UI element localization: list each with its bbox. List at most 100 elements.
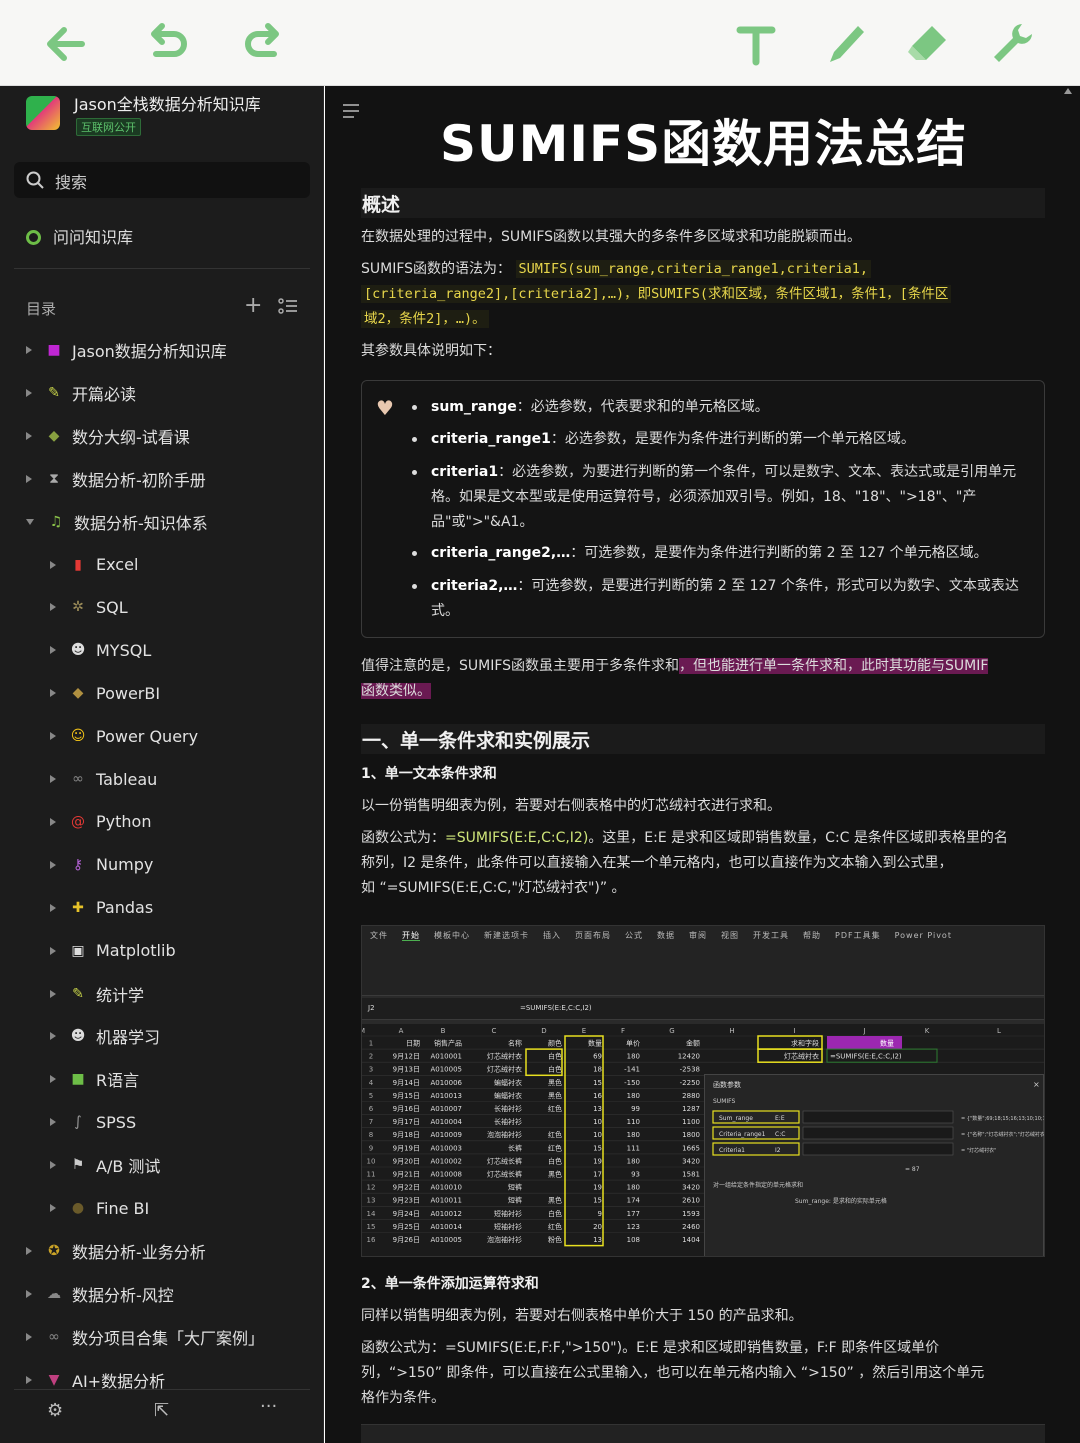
row-number: 1 <box>369 1040 373 1048</box>
chevron-right-icon[interactable] <box>50 860 56 869</box>
ribbon-tab[interactable]: 模板中心 <box>434 931 470 940</box>
chevron-right-icon[interactable] <box>50 817 56 826</box>
ribbon-tab[interactable]: 插入 <box>543 931 561 940</box>
gear-icon[interactable]: ⚙ <box>47 1400 63 1421</box>
ribbon-tab[interactable]: Power Pivot <box>895 931 952 940</box>
toc-item[interactable]: ■ R语言 <box>0 1064 139 1094</box>
toc-item[interactable]: ⚷ Numpy <box>0 850 153 880</box>
chevron-right-icon[interactable] <box>26 346 32 354</box>
toc-item[interactable]: ▼ AI+数据分析 <box>0 1365 165 1395</box>
chevron-right-icon[interactable] <box>26 1246 32 1255</box>
syntax-code: 域2，条件2]，…)。 <box>361 310 489 328</box>
share-icon[interactable]: ⇱ <box>154 1400 169 1421</box>
chevron-right-icon[interactable] <box>50 1204 56 1212</box>
chevron-right-icon[interactable] <box>50 1118 56 1127</box>
chevron-right-icon[interactable] <box>26 1289 32 1298</box>
chevron-right-icon[interactable] <box>50 732 56 741</box>
toc-item[interactable]: ∫ SPSS <box>0 1107 136 1137</box>
toc-item[interactable]: ✎ 统计学 <box>0 979 144 1009</box>
settings-tool-button[interactable] <box>984 16 1040 72</box>
function-args-dialog: 函数参数 × SUMIFS Sum_range E:E = {"数量";69;18;15;… <box>704 1074 1044 1256</box>
cell-value: 177 <box>627 1210 640 1218</box>
chevron-right-icon[interactable] <box>26 388 32 397</box>
ribbon-tab[interactable]: PDF工具集 <box>835 931 881 940</box>
ask-label: 问问知识库 <box>53 228 134 247</box>
column-header: G <box>669 1027 674 1035</box>
toc-item[interactable]: ✚ Pandas <box>0 893 153 923</box>
cell-value: -150 <box>624 1079 640 1087</box>
ribbon-tab[interactable]: 页面布局 <box>575 931 611 940</box>
chevron-right-icon[interactable] <box>50 946 56 955</box>
chevron-right-icon[interactable] <box>50 903 56 912</box>
cell-value: A010009 <box>430 1131 462 1139</box>
cell-value: 15 <box>593 1197 602 1205</box>
param-text: criteria_range1：必选参数，是要作为条件进行判断的第一个单元格区域… <box>431 427 1031 452</box>
toc-item[interactable]: @ Python <box>0 807 151 837</box>
sub2-paragraph-4: 格作为条件。 <box>361 1390 445 1406</box>
toc-item[interactable]: ☻ MYSQL <box>0 635 151 665</box>
ribbon-tab[interactable]: 文件 <box>370 931 388 940</box>
ribbon-tab[interactable]: 视图 <box>721 931 739 940</box>
text-tool-button[interactable] <box>728 16 784 72</box>
menu-icon[interactable] <box>342 103 360 119</box>
redo-button[interactable] <box>236 16 292 72</box>
cell-value: 2880 <box>682 1092 700 1100</box>
chevron-right-icon[interactable] <box>50 989 56 998</box>
ask-knowledge-base-button[interactable]: 问问知识库 <box>26 224 133 248</box>
chevron-right-icon[interactable] <box>50 775 56 783</box>
chevron-right-icon[interactable] <box>50 1032 56 1041</box>
note-paragraph: 值得注意的是，SUMIFS函数虽主要用于多条件求和，但也能进行单一条件求和，此时… <box>361 654 989 679</box>
toc-item[interactable]: ⚑ A/B 测试 <box>0 1150 160 1180</box>
chevron-right-icon[interactable] <box>50 1161 56 1170</box>
ribbon-tab[interactable]: 审阅 <box>689 931 707 940</box>
cell-value: 19 <box>593 1184 602 1192</box>
ribbon-tab[interactable]: 开始 <box>402 931 420 941</box>
ribbon-tab[interactable]: 开发工具 <box>753 931 789 940</box>
toc-item[interactable]: ✎ 开篇必读 <box>0 378 136 408</box>
eraser-tool-button[interactable] <box>900 16 956 72</box>
ribbon-tab[interactable]: 公式 <box>625 931 643 940</box>
toc-item[interactable]: ☺ Power Query <box>0 721 198 751</box>
toc-item[interactable]: ∞ 数分项目合集「大厂案例」 <box>0 1322 264 1352</box>
back-button[interactable] <box>38 16 94 72</box>
toc-item-label: Python <box>96 812 152 832</box>
chevron-right-icon[interactable] <box>26 474 32 483</box>
ribbon-tab[interactable]: 数据 <box>657 931 675 940</box>
list-icon[interactable] <box>278 298 298 316</box>
gears-icon: ✲ <box>72 599 84 616</box>
toc-item[interactable]: ● Fine BI <box>0 1193 149 1223</box>
chevron-right-icon[interactable] <box>26 431 32 440</box>
add-icon[interactable]: + <box>244 293 262 318</box>
toc-item[interactable]: ⧗ 数据分析-初阶手册 <box>0 464 206 494</box>
toc-item[interactable]: ◆ 数分大纲-试看课 <box>0 421 190 451</box>
ribbon-tab[interactable]: 帮助 <box>803 931 821 940</box>
chevron-right-icon[interactable] <box>26 1375 32 1384</box>
ribbon-tab[interactable]: 新建选项卡 <box>484 931 529 940</box>
knowledge-base-title[interactable]: Jason全栈数据分析知识库 <box>74 91 261 115</box>
toc-item[interactable]: ▣ Matplotlib <box>0 936 176 966</box>
undo-button[interactable] <box>138 16 194 72</box>
chevron-right-icon[interactable] <box>50 560 56 569</box>
ribbon-tabs: 文件 开始 模板中心 新建选项卡 插入 页面布局 公式 数据 审阅 视图 开发工具 帮助 PDF工具集 P… <box>370 930 966 941</box>
chevron-right-icon[interactable] <box>50 1075 56 1084</box>
toc-item[interactable]: ♫ 数据分析-知识体系 <box>0 507 208 537</box>
toc-item[interactable]: ◆ PowerBI <box>0 678 160 708</box>
search-label[interactable]: 搜索 <box>55 169 87 193</box>
toc-item[interactable]: ✲ SQL <box>0 592 128 622</box>
chevron-down-icon[interactable] <box>26 518 34 525</box>
toc-item[interactable]: ∞ Tableau <box>0 764 157 794</box>
scroll-up-arrow[interactable] <box>1064 88 1072 94</box>
toc-item[interactable]: ☁ 数据分析-风控 <box>0 1279 174 1309</box>
chevron-right-icon[interactable] <box>50 603 56 612</box>
toc-item[interactable]: ☻ 机器学习 <box>0 1021 160 1051</box>
chevron-right-icon[interactable] <box>50 689 56 698</box>
toc-item[interactable]: ■ Jason数据分析知识库 <box>0 335 227 365</box>
chevron-right-icon[interactable] <box>26 1332 32 1341</box>
toc-item[interactable]: ✪ 数据分析-业务分析 <box>0 1236 206 1266</box>
toc-item[interactable]: ▮ Excel <box>0 550 138 580</box>
more-icon[interactable]: ··· <box>260 1396 277 1417</box>
pen-tool-button[interactable] <box>816 16 872 72</box>
chevron-right-icon[interactable] <box>50 646 56 655</box>
cell-value: -141 <box>624 1066 640 1074</box>
param-text: criteria_range2,…：可选参数，是要作为条件进行判断的第 2 至 … <box>431 541 1031 566</box>
